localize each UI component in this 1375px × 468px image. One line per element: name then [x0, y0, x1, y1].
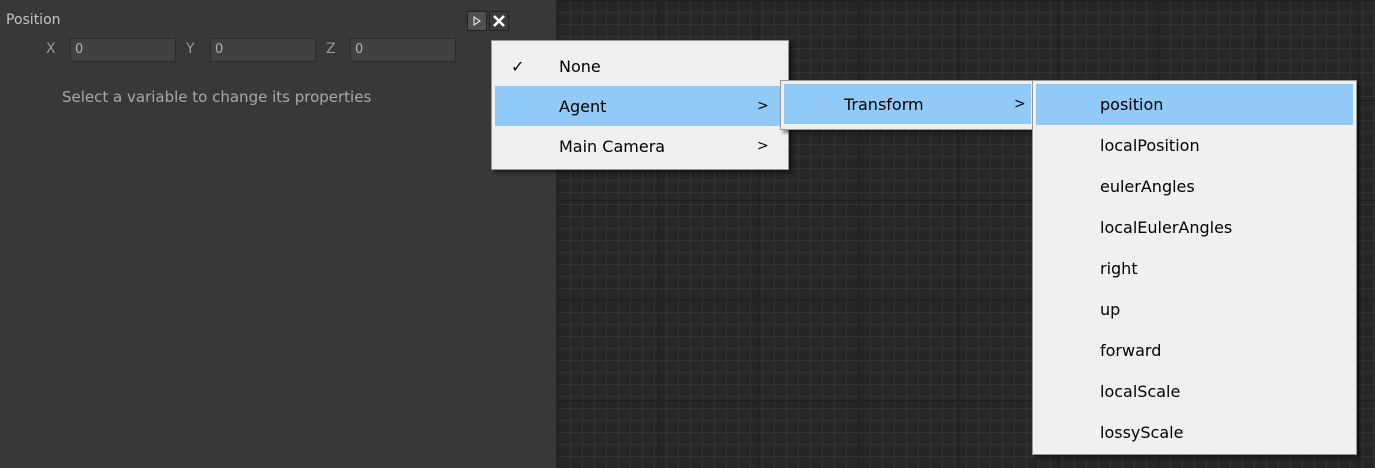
menu-item-transform[interactable]: Transform > — [784, 84, 1031, 124]
menu-item-right[interactable]: right — [1036, 248, 1353, 289]
transform-submenu: position localPosition eulerAngles local… — [1032, 80, 1357, 455]
menu-item-label: None — [559, 56, 601, 76]
menu-item-up[interactable]: up — [1036, 289, 1353, 330]
menu-item-label: eulerAngles — [1100, 177, 1195, 196]
menu-item-position[interactable]: position — [1036, 84, 1353, 125]
menu-item-none[interactable]: ✓ None — [495, 46, 785, 86]
menu-item-lossyscale[interactable]: lossyScale — [1036, 412, 1353, 453]
menu-item-localscale[interactable]: localScale — [1036, 371, 1353, 412]
menu-item-label: position — [1100, 95, 1164, 114]
submenu-arrow-icon: > — [757, 138, 769, 154]
hint-text: Select a variable to change its properti… — [62, 88, 372, 106]
check-icon: ✓ — [511, 56, 525, 76]
menu-item-label: localScale — [1100, 382, 1181, 401]
play-icon[interactable] — [467, 11, 487, 31]
z-field[interactable]: 0 — [350, 38, 456, 62]
menu-item-label: Main Camera — [559, 136, 666, 156]
menu-item-label: Agent — [559, 96, 607, 116]
close-icon[interactable] — [489, 11, 509, 31]
menu-item-localposition[interactable]: localPosition — [1036, 125, 1353, 166]
menu-item-eulerangles[interactable]: eulerAngles — [1036, 166, 1353, 207]
y-field[interactable]: 0 — [210, 38, 316, 62]
menu-item-label: Transform — [844, 94, 924, 114]
variable-menu: ✓ None Agent > Main Camera > — [491, 40, 789, 170]
menu-item-localeulerangles[interactable]: localEulerAngles — [1036, 207, 1353, 248]
submenu-arrow-icon: > — [757, 98, 769, 114]
agent-submenu: Transform > — [780, 80, 1035, 130]
menu-item-agent[interactable]: Agent > — [495, 86, 785, 126]
submenu-arrow-icon: > — [1014, 96, 1026, 112]
menu-item-label: lossyScale — [1100, 423, 1184, 442]
x-label: X — [46, 41, 56, 57]
menu-item-label: up — [1100, 300, 1121, 319]
menu-item-main-camera[interactable]: Main Camera > — [495, 126, 785, 166]
menu-item-label: localEulerAngles — [1100, 218, 1233, 237]
menu-item-label: localPosition — [1100, 136, 1200, 155]
menu-item-label: right — [1100, 259, 1138, 278]
field-title: Position — [6, 12, 61, 28]
z-label: Z — [326, 41, 336, 57]
inspector-panel: Position X 0 Y 0 Z 0 Select a variable t… — [0, 0, 557, 468]
menu-item-label: forward — [1100, 341, 1162, 360]
menu-item-forward[interactable]: forward — [1036, 330, 1353, 371]
x-field[interactable]: 0 — [70, 38, 176, 62]
y-label: Y — [186, 41, 195, 57]
